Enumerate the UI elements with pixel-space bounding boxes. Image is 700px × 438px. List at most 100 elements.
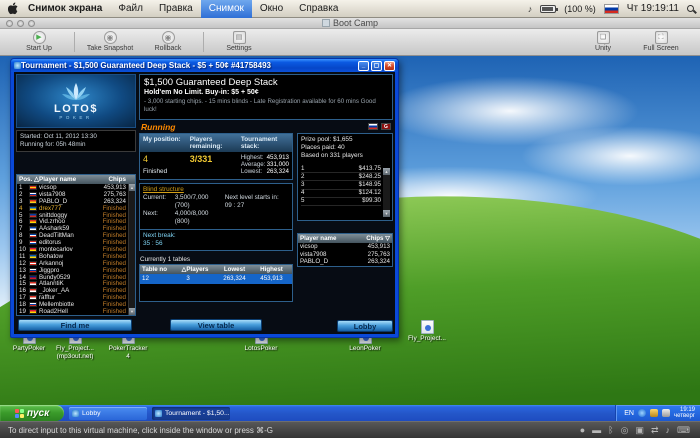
shortcut-icon [420,320,434,334]
bluetooth-icon[interactable]: ᛒ [608,425,613,435]
start-button[interactable]: пуск [0,405,64,421]
find-me-button[interactable]: Find me [18,319,132,331]
minimize-icon[interactable]: _ [358,60,369,71]
player-row[interactable]: 15 AtlanntiK Finished [17,280,128,287]
network-icon[interactable]: ⇄ [651,425,659,436]
player-row[interactable]: 5 snittdoggy Finished [17,212,128,219]
spotlight-search-icon[interactable] [687,5,694,12]
next-break-countdown: 35 : 56 [143,239,163,247]
rollback-button[interactable]: ◉ Rollback [139,31,197,53]
player-row[interactable]: 16 _Joker_AA Finished [17,287,128,294]
seated-players-panel: Player name Chips ▽ vicsop 453,913 vista… [297,233,393,267]
lotus-icon [62,82,90,100]
seated-player-row[interactable]: vista7908 275,763 [298,251,392,259]
flag-russia-icon[interactable] [368,123,378,130]
status-dash-icon[interactable]: ▬ [592,425,601,435]
sound-icon[interactable]: ♪ [666,425,671,435]
scroll-up-icon[interactable]: ▲ [383,168,390,175]
scroll-up-icon[interactable]: ▲ [129,184,135,191]
seated-players-header[interactable]: Player name Chips ▽ [298,234,392,243]
tournament-stack-label: Tournament stack: [240,136,278,150]
tray-app-icon[interactable] [638,409,646,417]
unity-button[interactable]: ❏ Unity [574,31,632,53]
full-screen-button[interactable]: ⛶ Full Screen [632,31,690,53]
language-indicator[interactable]: EN [624,410,634,417]
volume-icon[interactable]: ♪ [528,4,533,14]
player-row[interactable]: 10 montecarlov Finished [17,246,128,253]
player-row[interactable]: 7 AAshark59 Finished [17,225,128,232]
tables-list-panel: Table no △ Players Lowest Highest 12 3 26… [139,263,293,302]
country-flag-icon [29,226,37,232]
taskbar-clock[interactable]: 19:19 четверг [674,407,695,420]
player-list: 1 vicsop 453,913 2 vista7908 275,763 3 P… [17,184,135,315]
menu-item[interactable]: Снимок экрана [20,0,110,18]
menu-item[interactable]: Окно [252,0,291,18]
play-icon: ▶ [32,31,46,44]
start-up-button[interactable]: ▶ Start Up [10,31,68,53]
next-level-label: Next level starts in: [224,193,279,201]
menu-bar-status: ♪ (100 %) Чт 19:19:11 [528,3,694,14]
view-table-button[interactable]: View table [170,319,262,331]
player-row[interactable]: 14 Bundy0529 Finished [17,274,128,281]
player-row[interactable]: 1 vicsop 453,913 [17,184,128,191]
player-row[interactable]: 18 Mellembiotte Finished [17,301,128,308]
hard-disk-icon[interactable]: ▣ [635,425,644,436]
tables-list-header[interactable]: Table no △ Players Lowest Highest [140,264,292,274]
menu-item[interactable]: Справка [291,0,346,18]
cd-drive-icon[interactable]: ◎ [621,425,629,436]
tray-app-icon[interactable] [662,409,670,417]
player-row[interactable]: 6 Vid.zrhoo Finished [17,218,128,225]
my-position-label: My position: [143,136,181,143]
scroll-down-icon[interactable]: ▼ [129,308,135,315]
unity-icon: ❏ [596,31,610,44]
tournament-titlebar[interactable]: Tournament - $1,500 Guaranteed Deep Stac… [11,59,398,72]
player-row[interactable]: 9 editorus Finished [17,239,128,246]
lotos-app-icon [14,62,21,69]
tray-app-icon[interactable] [650,409,658,417]
table-row-selected[interactable]: 12 3 263,324 453,913 [140,273,292,284]
tournament-time-info: Started: Oct 11, 2012 13:30 Running for:… [16,130,136,152]
lobby-button[interactable]: Lobby [337,320,393,332]
sort-icon: ▽ [385,235,390,242]
maximize-icon[interactable]: ▢ [371,60,382,71]
taskbar-task-button[interactable]: Tournament - $1,50... [152,406,230,420]
player-list-scrollbar[interactable]: ▲ ▼ [128,184,135,315]
desktop-icon[interactable]: Fly_Project... [400,320,454,343]
seated-player-row[interactable]: vicsop 453,913 [298,243,392,251]
settings-button[interactable]: ▤ Settings [210,31,268,53]
menu-bar-clock[interactable]: Чт 19:19:11 [627,3,679,14]
menu-item[interactable]: Файл [110,0,151,18]
take-snapshot-button[interactable]: ◉ Take Snapshot [81,31,139,53]
close-icon[interactable]: ✕ [384,60,395,71]
menu-item[interactable]: Правка [151,0,201,18]
player-row[interactable]: 12 Arkannoj Finished [17,260,128,267]
prize-row[interactable]: 5 $99.30 [301,197,381,206]
keyboard-icon[interactable]: ⌨ [677,425,690,436]
player-row[interactable]: 11 Bohatow Finished [17,253,128,260]
flag-g-icon[interactable]: G [381,123,391,130]
next-level-countdown: 09 : 27 [224,201,245,209]
prize-scrollbar[interactable]: ▲ ▼ [383,168,390,217]
blind-structure-link[interactable]: Blind structure [140,184,187,194]
player-row[interactable]: 3 PABLO_D 263,324 [17,198,128,205]
vm-status-message: To direct input to this virtual machine,… [8,425,273,435]
player-row[interactable]: 19 Road2Hell Finished [17,308,128,315]
status-light-icon[interactable]: ● [580,425,585,435]
menu-item[interactable]: Снимок [200,0,252,18]
player-list-header[interactable]: Pos. △ Player name Chips [17,175,135,184]
player-row[interactable]: 8 DeadTiltMan Finished [17,232,128,239]
player-row[interactable]: 4 drex777 Finished [17,205,128,212]
player-row[interactable]: 2 vista7908 275,763 [17,191,128,198]
battery-icon[interactable] [540,4,559,13]
player-row[interactable]: 17 rafftur Finished [17,294,128,301]
scroll-down-icon[interactable]: ▼ [383,210,390,217]
apple-logo-icon[interactable] [6,2,20,15]
battery-percent: (100 %) [564,3,596,14]
tournament-window-title: Tournament - $1,500 Guaranteed Deep Stac… [21,61,271,70]
seated-player-row[interactable]: PABLO_D 263,324 [298,258,392,266]
taskbar-task-button[interactable]: Lobby [69,406,147,420]
input-language-flag-icon[interactable] [603,3,619,14]
logo-subtitle: POKER [59,114,93,120]
player-row[interactable]: 13 Jiggpro Finished [17,267,128,274]
country-flag-icon [29,274,37,280]
